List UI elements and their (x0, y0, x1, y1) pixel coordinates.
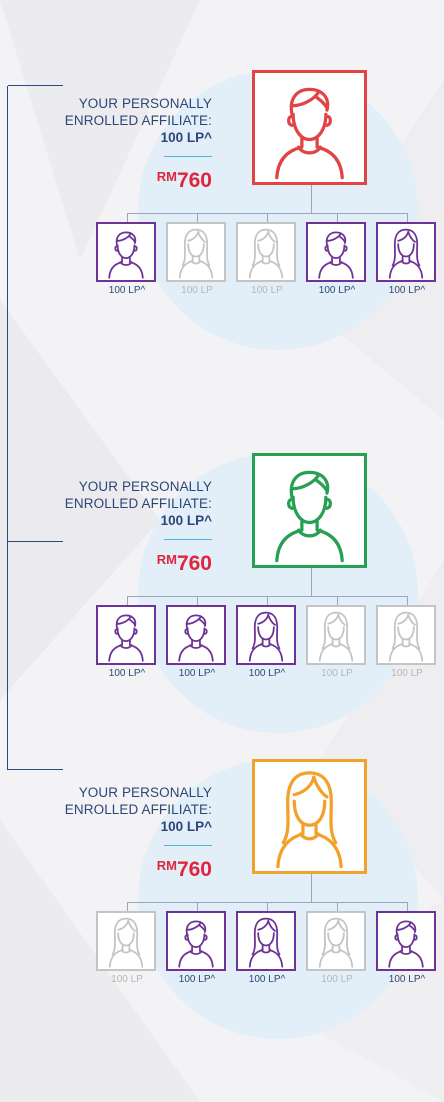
earnings: RM760 (22, 854, 212, 884)
earnings-amount: 760 (176, 169, 212, 192)
male-person-icon (166, 911, 226, 971)
divider-line (164, 539, 212, 540)
affiliate-info: YOUR PERSONALLY ENROLLED AFFILIATE: 100 LP… (22, 478, 212, 578)
female-person-icon (306, 605, 366, 665)
downline-affiliate: 100 LP^ (236, 605, 298, 680)
downline-points: 100 LP^ (388, 974, 426, 985)
downline-points: 100 LP^ (388, 285, 426, 296)
downline-points: 100 LP^ (318, 285, 356, 296)
affiliate-points: 100 LP^ (160, 130, 212, 145)
female-person-icon (96, 911, 156, 971)
downline-points: 100 LP^ (178, 974, 216, 985)
connector-line (127, 213, 128, 222)
male-person-icon (252, 70, 367, 185)
downline-points: 100 LP (251, 285, 283, 296)
affiliate-title-line: ENROLLED AFFILIATE: (64, 802, 212, 817)
affiliate-title-line: ENROLLED AFFILIATE: (64, 496, 212, 511)
affiliate-title-line: ENROLLED AFFILIATE: (64, 113, 212, 128)
downline-affiliate: 100 LP (96, 911, 158, 986)
affiliate-title-line: YOUR PERSONALLY (78, 785, 212, 800)
downline-points: 100 LP^ (108, 668, 146, 679)
connector-line (267, 213, 268, 222)
enrolled-affiliate-section: YOUR PERSONALLY ENROLLED AFFILIATE: 100 LP… (0, 453, 444, 793)
downline-affiliate: 100 LP^ (236, 911, 298, 986)
female-person-icon (376, 605, 436, 665)
downline-affiliate: 100 LP^ (96, 605, 158, 680)
female-person-icon (376, 222, 436, 282)
downline-points: 100 LP^ (248, 668, 286, 679)
downline-points: 100 LP (321, 974, 353, 985)
earnings: RM760 (22, 548, 212, 578)
connector-line (267, 902, 268, 911)
female-person-icon (306, 911, 366, 971)
affiliate-info: YOUR PERSONALLY ENROLLED AFFILIATE: 100 LP… (22, 784, 212, 884)
currency-label: RM (156, 552, 177, 567)
connector-line (311, 568, 312, 596)
downline-affiliate: 100 LP^ (376, 222, 438, 297)
currency-label: RM (156, 858, 177, 873)
male-person-icon (96, 605, 156, 665)
affiliate-points: 100 LP^ (160, 819, 212, 834)
male-person-icon (96, 222, 156, 282)
downline-points: 100 LP (181, 285, 213, 296)
downline-points: 100 LP (391, 668, 423, 679)
connector-line (337, 213, 338, 222)
currency-label: RM (156, 169, 177, 184)
connector-line (407, 596, 408, 605)
female-person-icon (252, 759, 367, 874)
downline-points: 100 LP^ (178, 668, 216, 679)
divider-line (164, 156, 212, 157)
downline-affiliate: 100 LP (306, 911, 368, 986)
connector-line (127, 902, 128, 911)
connector-line (197, 902, 198, 911)
downline-points: 100 LP (111, 974, 143, 985)
male-person-icon (166, 605, 226, 665)
female-person-icon (236, 222, 296, 282)
connector-line (267, 596, 268, 605)
male-person-icon (306, 222, 366, 282)
downline-points: 100 LP^ (248, 974, 286, 985)
connector-line (337, 902, 338, 911)
affiliate-title-line: YOUR PERSONALLY (78, 479, 212, 494)
female-person-icon (166, 222, 226, 282)
male-person-icon (376, 911, 436, 971)
downline-affiliate: 100 LP (236, 222, 298, 297)
earnings-amount: 760 (176, 552, 212, 575)
female-person-icon (236, 911, 296, 971)
downline-affiliate: 100 LP^ (306, 222, 368, 297)
connector-line (311, 874, 312, 902)
earnings-amount: 760 (176, 858, 212, 881)
connector-line (197, 213, 198, 222)
earnings: RM760 (22, 165, 212, 195)
connector-line (407, 902, 408, 911)
enrolled-affiliate-section: YOUR PERSONALLY ENROLLED AFFILIATE: 100 LP… (0, 70, 444, 410)
enrolled-affiliate-section: YOUR PERSONALLY ENROLLED AFFILIATE: 100 LP… (0, 759, 444, 1099)
affiliate-points: 100 LP^ (160, 513, 212, 528)
connector-line (127, 596, 128, 605)
downline-affiliate: 100 LP^ (96, 222, 158, 297)
affiliate-info: YOUR PERSONALLY ENROLLED AFFILIATE: 100 LP… (22, 95, 212, 195)
divider-line (164, 845, 212, 846)
downline-points: 100 LP^ (108, 285, 146, 296)
connector-line (407, 213, 408, 222)
downline-affiliate: 100 LP^ (166, 911, 228, 986)
connector-line (197, 596, 198, 605)
affiliate-title-line: YOUR PERSONALLY (78, 96, 212, 111)
downline-affiliate: 100 LP^ (166, 605, 228, 680)
downline-affiliate: 100 LP^ (376, 911, 438, 986)
downline-affiliate: 100 LP (306, 605, 368, 680)
female-person-icon (236, 605, 296, 665)
downline-affiliate: 100 LP (166, 222, 228, 297)
downline-points: 100 LP (321, 668, 353, 679)
male-person-icon (252, 453, 367, 568)
connector-line (337, 596, 338, 605)
downline-affiliate: 100 LP (376, 605, 438, 680)
connector-line (311, 185, 312, 213)
